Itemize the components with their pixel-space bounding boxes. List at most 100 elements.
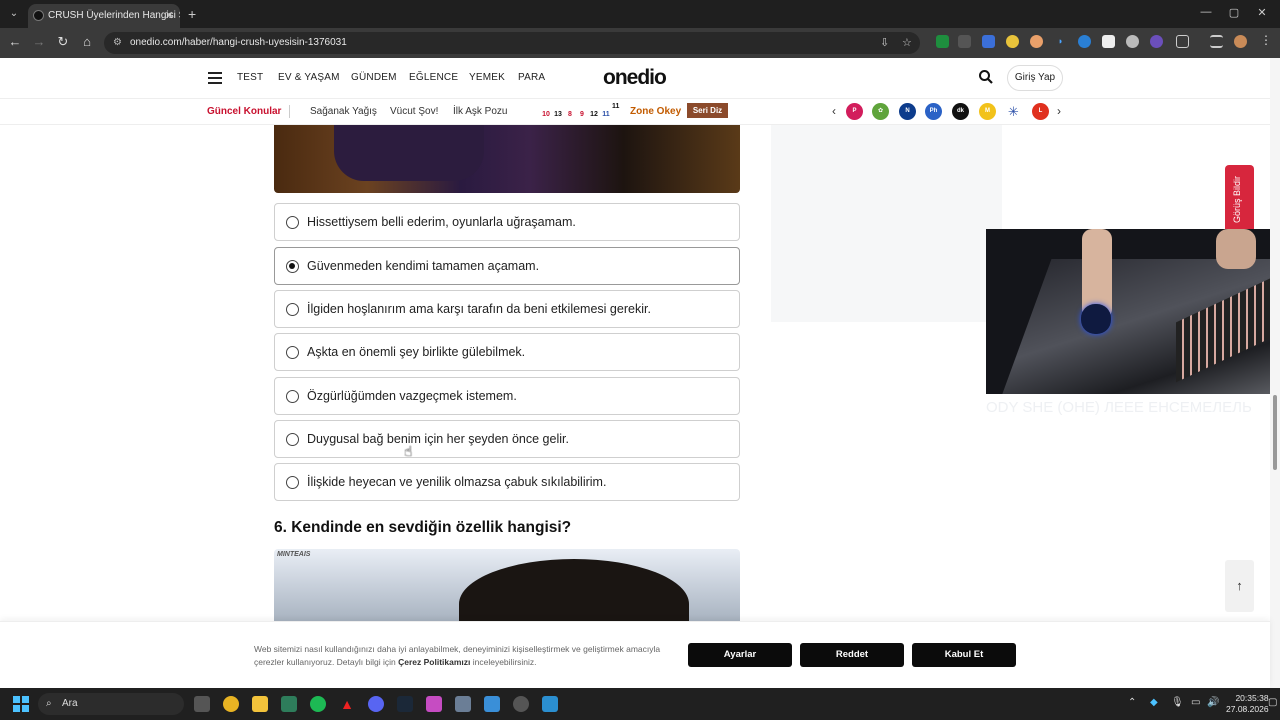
network-icon[interactable]: ▭	[1191, 697, 1200, 708]
topic-item[interactable]: Sağanak Yağış	[310, 106, 377, 117]
nav-yemek[interactable]: YEMEK	[469, 72, 505, 83]
extension-1-icon[interactable]	[936, 35, 949, 48]
search-icon[interactable]	[978, 69, 994, 85]
extension-4-icon[interactable]	[1006, 35, 1019, 48]
app-icon[interactable]: ▲	[339, 696, 355, 712]
scroll-to-top-button[interactable]: ↑	[1225, 560, 1254, 612]
reading-list-icon[interactable]	[1210, 35, 1223, 48]
notifications-icon[interactable]: ▢	[1268, 697, 1277, 708]
new-tab-button[interactable]: +	[188, 4, 196, 24]
nav-eglence[interactable]: EĞLENCE	[409, 72, 458, 83]
lays-icon[interactable]: L	[1032, 103, 1049, 120]
windows-start-icon[interactable]	[13, 696, 29, 712]
quiz-option[interactable]: Özgürlüğümden vazgeçmek istemem.	[274, 377, 740, 415]
brands-prev-icon[interactable]: ‹	[832, 104, 836, 118]
home-icon[interactable]: ⌂	[79, 34, 95, 49]
taskbar-search[interactable]: ⌕ Ara	[38, 693, 184, 715]
back-icon[interactable]: ←	[7, 34, 23, 49]
quiz-option[interactable]: İlgiden hoşlanırım ama karşı tarafın da …	[274, 290, 740, 328]
extension-2-icon[interactable]	[958, 35, 971, 48]
topics-label[interactable]: Güncel Konular	[207, 106, 281, 117]
feedback-tab[interactable]: Görüş Bildir	[1225, 165, 1254, 231]
nav-para[interactable]: PARA	[518, 72, 545, 83]
hamburger-menu-icon[interactable]	[208, 72, 222, 84]
profile-avatar[interactable]	[1234, 35, 1247, 48]
app-icon[interactable]	[281, 696, 297, 712]
microphone-icon[interactable]: 🎙	[1171, 697, 1184, 708]
topic-item[interactable]: Vücut Şov!	[390, 106, 438, 117]
task-view-icon[interactable]	[194, 696, 210, 712]
extension-9-icon[interactable]	[1126, 35, 1139, 48]
onedio-logo[interactable]: onedio	[603, 66, 667, 90]
taskbar-clock[interactable]: 20:35:38 27.08.2026	[1226, 693, 1269, 715]
brands-next-icon[interactable]: ›	[1057, 104, 1061, 118]
radio-button[interactable]	[286, 303, 299, 316]
extension-5-icon[interactable]	[1030, 35, 1043, 48]
translate-extension-icon[interactable]	[982, 35, 995, 48]
dk-icon[interactable]: dk	[952, 103, 969, 120]
browser-tab-active[interactable]: CRUSH Üyelerinden Hangisi Se ✕	[28, 4, 180, 28]
app-icon[interactable]	[513, 696, 529, 712]
nav-ev-yasam[interactable]: EV & YAŞAM	[278, 72, 340, 83]
extension-7-icon[interactable]	[1078, 35, 1091, 48]
notepad-icon[interactable]	[542, 696, 558, 712]
nivea-icon[interactable]: N	[899, 103, 916, 120]
quiz-option[interactable]: İlişkide heyecan ve yenilik olmazsa çabu…	[274, 463, 740, 501]
spotify-icon[interactable]	[310, 696, 326, 712]
quiz-option[interactable]: Duygusal bağ benim için her şeyden önce …	[274, 420, 740, 458]
snowflake-icon[interactable]: ✳	[1005, 103, 1022, 120]
site-info-icon[interactable]: ⚙	[113, 32, 122, 54]
tab-list-button[interactable]: ⌄	[6, 6, 22, 22]
browser-menu-icon[interactable]: ⋮	[1260, 33, 1272, 47]
cookie-settings-button[interactable]: Ayarlar	[688, 643, 792, 667]
install-app-icon[interactable]: ⇩	[880, 32, 889, 54]
pepsi-icon[interactable]: P	[846, 103, 863, 120]
bookmark-star-icon[interactable]: ☆	[902, 32, 912, 54]
tray-overflow-icon[interactable]: ⌃	[1128, 697, 1136, 708]
extension-10-icon[interactable]	[1150, 35, 1163, 48]
seri-diz-badge[interactable]: Seri Diz	[687, 103, 728, 118]
scrollbar-thumb[interactable]	[1273, 395, 1277, 470]
login-button[interactable]: Giriş Yap	[1007, 65, 1063, 91]
quiz-option[interactable]: Aşkta en önemli şey birlikte gülebilmek.	[274, 333, 740, 371]
quiz-option[interactable]: Hissettiysem belli ederim, oyunlarla uğr…	[274, 203, 740, 241]
page-scrollbar[interactable]	[1270, 58, 1280, 688]
reload-icon[interactable]: ↻	[55, 34, 71, 50]
chrome-taskbar-icon[interactable]	[223, 696, 239, 712]
address-bar[interactable]: ⚙ onedio.com/haber/hangi-crush-uyesisin-…	[104, 32, 920, 54]
cookie-reject-button[interactable]: Reddet	[800, 643, 904, 667]
philips-icon[interactable]: Ph	[925, 103, 942, 120]
radio-button-checked[interactable]	[286, 260, 299, 273]
zone-okey-link[interactable]: Zone Okey	[630, 106, 681, 117]
quiz-option-selected[interactable]: Güvenmeden kendimi tamamen açamam.	[274, 247, 740, 285]
photos-icon[interactable]	[484, 696, 500, 712]
close-tab-icon[interactable]: ✕	[165, 4, 174, 28]
close-window-button[interactable]: ✕	[1252, 6, 1272, 19]
radio-button[interactable]	[286, 433, 299, 446]
radio-button[interactable]	[286, 476, 299, 489]
radio-button[interactable]	[286, 216, 299, 229]
maximize-button[interactable]: ▢	[1224, 6, 1244, 19]
app-icon[interactable]	[455, 696, 471, 712]
floating-video-player[interactable]	[986, 229, 1280, 394]
nav-test[interactable]: TEST	[237, 72, 263, 83]
app-icon[interactable]	[426, 696, 442, 712]
steam-icon[interactable]	[397, 696, 413, 712]
nav-gundem[interactable]: GÜNDEM	[351, 72, 397, 83]
topic-item[interactable]: İlk Aşk Pozu	[453, 106, 507, 117]
discord-icon[interactable]	[368, 696, 384, 712]
forward-icon[interactable]: →	[31, 34, 47, 49]
extension-8-icon[interactable]	[1102, 35, 1115, 48]
extension-6-icon[interactable]: ◗	[1054, 35, 1067, 48]
radio-button[interactable]	[286, 390, 299, 403]
minimize-button[interactable]: —	[1196, 6, 1216, 18]
maxi-icon[interactable]: M	[979, 103, 996, 120]
volume-icon[interactable]: 🔊	[1207, 697, 1219, 708]
cookie-accept-button[interactable]: Kabul Et	[912, 643, 1016, 667]
tray-app-icon[interactable]: ◆	[1150, 697, 1158, 708]
extensions-puzzle-icon[interactable]	[1176, 35, 1189, 48]
radio-button[interactable]	[286, 346, 299, 359]
zone-okey-calendar[interactable]: 10 13 8 9 12 11	[540, 103, 618, 120]
cookie-policy-link[interactable]: Çerez Politikamızı	[398, 657, 470, 667]
file-explorer-icon[interactable]	[252, 696, 268, 712]
